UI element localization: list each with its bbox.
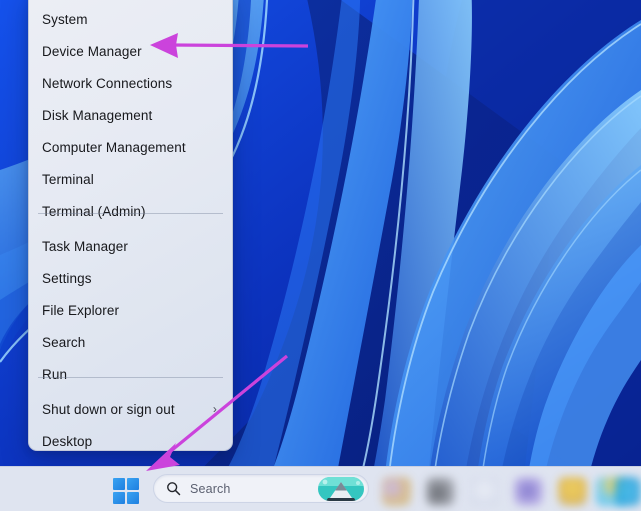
menu-item-system[interactable]: System bbox=[29, 4, 232, 34]
menu-item-task-manager[interactable]: Task Manager bbox=[29, 231, 232, 261]
thumbnail-image bbox=[318, 477, 364, 501]
screen: System Device Manager Network Connection… bbox=[0, 0, 641, 511]
taskbar-app-5[interactable] bbox=[558, 477, 587, 506]
menu-separator bbox=[38, 377, 223, 378]
menu-item-desktop[interactable]: Desktop bbox=[29, 426, 232, 450]
menu-item-label: Disk Management bbox=[42, 107, 153, 123]
menu-item-label: Terminal bbox=[42, 171, 94, 187]
chevron-right-icon: › bbox=[212, 402, 217, 416]
taskbar-app-3[interactable] bbox=[470, 477, 499, 506]
windows-logo-icon bbox=[113, 492, 125, 504]
menu-item-network-connections[interactable]: Network Connections bbox=[29, 68, 232, 98]
menu-item-terminal[interactable]: Terminal bbox=[29, 164, 232, 194]
menu-item-search[interactable]: Search bbox=[29, 327, 232, 357]
start-button[interactable] bbox=[113, 478, 140, 505]
taskbar-app-2[interactable] bbox=[426, 477, 455, 506]
menu-item-label: Run bbox=[42, 366, 68, 382]
menu-item-disk-management[interactable]: Disk Management bbox=[29, 100, 232, 130]
menu-item-shut-down-or-sign-out[interactable]: Shut down or sign out › bbox=[29, 394, 232, 424]
menu-item-label: Task Manager bbox=[42, 238, 128, 254]
menu-item-device-manager[interactable]: Device Manager bbox=[29, 36, 232, 66]
menu-item-label: Desktop bbox=[42, 433, 93, 449]
menu-item-label: Network Connections bbox=[42, 75, 173, 91]
windows-logo-icon bbox=[113, 478, 125, 490]
search-highlight-thumbnail[interactable] bbox=[318, 477, 364, 501]
taskbar-search-box[interactable]: Search bbox=[153, 474, 369, 503]
menu-item-label: Shut down or sign out bbox=[42, 401, 175, 417]
menu-separator bbox=[38, 213, 223, 214]
windows-logo-icon bbox=[127, 492, 139, 504]
menu-item-label: File Explorer bbox=[42, 302, 120, 318]
menu-item-label: System bbox=[42, 11, 88, 27]
search-placeholder: Search bbox=[190, 481, 231, 496]
menu-item-terminal-admin[interactable]: Terminal (Admin) bbox=[29, 196, 232, 226]
menu-item-label: Device Manager bbox=[42, 43, 142, 59]
search-icon bbox=[167, 482, 181, 496]
menu-item-label: Terminal (Admin) bbox=[42, 203, 146, 219]
win-x-power-user-menu[interactable]: System Device Manager Network Connection… bbox=[28, 0, 233, 451]
menu-item-run[interactable]: Run bbox=[29, 359, 232, 389]
taskbar-app-7[interactable] bbox=[615, 477, 641, 506]
menu-item-label: Computer Management bbox=[42, 139, 186, 155]
taskbar-app-1[interactable] bbox=[382, 477, 411, 506]
menu-item-file-explorer[interactable]: File Explorer bbox=[29, 295, 232, 325]
menu-item-settings[interactable]: Settings bbox=[29, 263, 232, 293]
windows-logo-icon bbox=[127, 478, 139, 490]
menu-item-label: Settings bbox=[42, 270, 92, 286]
menu-item-label: Search bbox=[42, 334, 86, 350]
menu-item-computer-management[interactable]: Computer Management bbox=[29, 132, 232, 162]
taskbar-app-4[interactable] bbox=[514, 477, 543, 506]
